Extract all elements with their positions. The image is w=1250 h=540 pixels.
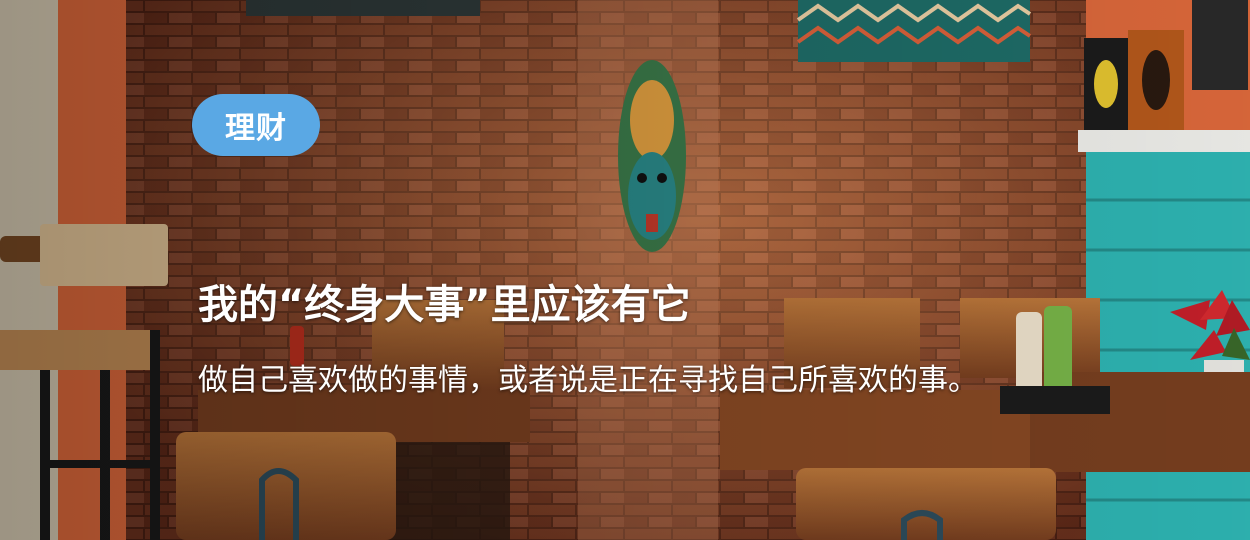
photo-overlay	[0, 0, 1250, 540]
article-banner[interactable]: 理财 我的“终身大事”里应该有它 做自己喜欢做的事情，或者说是正在寻找自己所喜欢…	[0, 0, 1250, 540]
article-subtitle: 做自己喜欢做的事情，或者说是正在寻找自己所喜欢的事。	[198, 363, 978, 398]
article-title[interactable]: 我的“终身大事”里应该有它	[198, 272, 691, 330]
category-tag[interactable]: 理财	[192, 94, 320, 156]
